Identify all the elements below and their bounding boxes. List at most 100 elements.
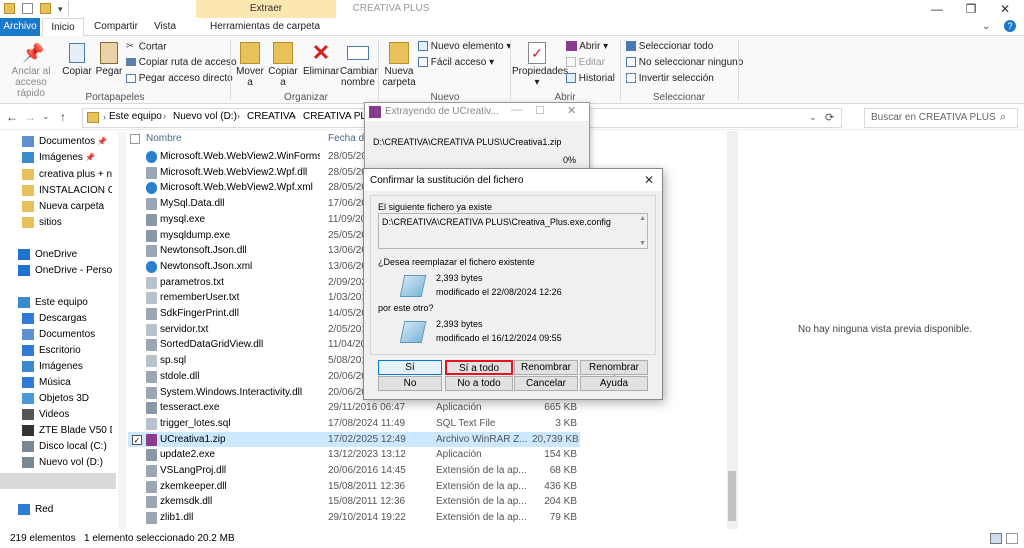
nav-item[interactable]: Disco local (C:)	[22, 439, 112, 455]
copy-path-button[interactable]: Copiar ruta de acceso	[126, 56, 237, 70]
row-checkbox[interactable]: ✓	[132, 434, 142, 445]
tab-vista[interactable]: Vista	[146, 18, 184, 36]
row-checkbox[interactable]	[132, 167, 142, 178]
row-checkbox[interactable]	[132, 497, 142, 508]
forward-arrow-icon[interactable]: →	[24, 110, 36, 124]
pin-quick-access-button[interactable]: 📌 Anclar al acceso rápido	[4, 40, 58, 99]
nav-item[interactable]: Objetos 3D	[22, 391, 112, 407]
no-button[interactable]: No	[378, 376, 442, 391]
maximize-icon[interactable]: ❐	[954, 0, 988, 18]
row-checkbox[interactable]	[132, 230, 142, 241]
cut-button[interactable]: ✂ Cortar	[126, 40, 167, 54]
row-checkbox[interactable]	[132, 246, 142, 257]
close-icon[interactable]: ✕	[988, 0, 1022, 18]
properties-button[interactable]: ✓ Propiedades ▾	[512, 40, 568, 88]
search-input[interactable]: Buscar en CREATIVA PLUS	[864, 108, 1018, 128]
minimize-icon[interactable]: —	[511, 104, 522, 116]
row-checkbox[interactable]	[132, 466, 142, 476]
nav-item[interactable]: OneDrive - Persor	[18, 263, 112, 279]
help-icon[interactable]: ?	[1004, 20, 1016, 32]
open-button[interactable]: Abrir ▾	[566, 40, 608, 54]
help-button[interactable]: Ayuda	[580, 376, 648, 391]
yes-button[interactable]: Sí	[378, 360, 442, 375]
row-checkbox[interactable]	[132, 199, 142, 210]
select-all-button[interactable]: Seleccionar todo	[626, 40, 713, 54]
move-to-button[interactable]: Mover a	[234, 40, 266, 88]
nav-item[interactable]: ZTE Blade V50 D	[22, 423, 112, 439]
paste-button[interactable]: Pegar	[94, 40, 124, 77]
tab-inicio[interactable]: Inicio	[42, 18, 84, 37]
file-list-scrollbar[interactable]	[727, 131, 737, 529]
copy-button[interactable]: Copiar	[60, 40, 94, 77]
file-path-field[interactable]: D:\CREATIVA\CREATIVA PLUS\Creativa_Plus.…	[378, 213, 648, 249]
tab-compartir[interactable]: Compartir	[88, 18, 144, 36]
row-checkbox[interactable]	[132, 261, 142, 272]
select-all-checkbox[interactable]	[130, 134, 140, 144]
ribbon-collapse-icon[interactable]: ⌄	[982, 21, 990, 32]
minimize-icon[interactable]: —	[920, 0, 954, 18]
select-none-button[interactable]: No seleccionar ninguno	[626, 56, 743, 70]
nav-item[interactable]: creativa plus + n	[22, 167, 112, 183]
table-row[interactable]: tesseract.exe 29/11/2016 06:47 Aplicación 6…	[128, 400, 580, 416]
nav-item[interactable]: Videos	[22, 407, 112, 423]
row-checkbox[interactable]	[132, 324, 142, 335]
scroll-down-icon[interactable]: ▼	[639, 240, 646, 247]
column-header-name[interactable]: Nombre	[146, 131, 182, 147]
row-checkbox[interactable]	[132, 450, 142, 461]
row-checkbox[interactable]	[132, 309, 142, 319]
row-checkbox[interactable]	[132, 371, 142, 382]
row-checkbox[interactable]	[132, 481, 142, 492]
history-button[interactable]: Historial	[566, 72, 615, 86]
table-row[interactable]: zlib1.dll 29/10/2014 19:22 Extensión de la…	[128, 510, 580, 526]
table-row[interactable]: zkemsdk.dll 15/08/2011 12:36 Extensión de …	[128, 494, 580, 510]
row-checkbox[interactable]	[132, 293, 142, 304]
rename-all-button[interactable]: Renombrar todos	[580, 360, 648, 386]
row-checkbox[interactable]	[132, 403, 142, 414]
rename-button[interactable]: Cambiar nombre	[340, 40, 378, 88]
context-tab-extraer[interactable]: Extraer	[196, 0, 336, 18]
table-row[interactable]: VSLangProj.dll 20/06/2016 14:45 Extensión …	[128, 463, 580, 479]
nav-item[interactable]: Red	[18, 502, 112, 518]
tab-herramientas[interactable]: Herramientas de carpeta comprimida	[190, 18, 340, 50]
nav-item[interactable]: INSTALACION C	[22, 183, 112, 199]
row-checkbox[interactable]	[132, 513, 142, 524]
nav-item[interactable]: sitios	[22, 215, 112, 231]
scrollbar-thumb[interactable]	[728, 471, 736, 521]
nav-item[interactable]: Descargas	[22, 311, 112, 327]
maximize-icon[interactable]: ☐	[535, 104, 545, 117]
nav-item[interactable]: Música	[22, 375, 112, 391]
table-row[interactable]: zkemkeeper.dll 15/08/2011 12:36 Extensión …	[128, 479, 580, 495]
table-row[interactable]: update2.exe 13/12/2023 13:12 Aplicación 154…	[128, 447, 580, 463]
no-to-all-button[interactable]: No a todo	[445, 376, 513, 391]
large-icons-view-icon[interactable]	[1006, 533, 1018, 544]
details-view-icon[interactable]	[990, 533, 1002, 544]
chevron-down-icon[interactable]: ▾	[58, 4, 63, 15]
breadcrumb-este-equipo[interactable]: Este equipo	[109, 111, 162, 122]
rename-button-dialog[interactable]: Renombrar	[514, 360, 578, 375]
nav-item[interactable]: Imágenes 📌	[22, 150, 112, 166]
row-checkbox[interactable]	[132, 214, 142, 225]
invert-selection-button[interactable]: Invertir selección	[626, 72, 714, 86]
nav-item[interactable]: OneDrive	[18, 247, 112, 263]
nav-item[interactable]: Imágenes	[22, 359, 112, 375]
nav-item[interactable]: Escritorio	[22, 343, 112, 359]
nav-item[interactable]: Documentos	[22, 327, 112, 343]
easy-access-button[interactable]: Fácil acceso ▾	[418, 56, 494, 70]
nav-item[interactable]: Nuevo vol (D:)	[22, 455, 112, 471]
row-checkbox[interactable]	[132, 183, 142, 194]
nav-scrollbar[interactable]	[118, 131, 126, 529]
breadcrumb-nuevo-vol[interactable]: Nuevo vol (D:)	[173, 111, 237, 122]
row-checkbox[interactable]	[132, 152, 142, 162]
up-arrow-icon[interactable]: ↑	[60, 110, 66, 124]
table-row[interactable]: trigger_lotes.sql 17/08/2024 11:49 SQL Tex…	[128, 416, 580, 432]
new-item-button[interactable]: Nuevo elemento ▾	[418, 40, 511, 54]
row-checkbox[interactable]	[132, 418, 142, 429]
nav-item[interactable]: Este equipo	[18, 295, 112, 311]
edit-button[interactable]: Editar	[566, 56, 605, 70]
recent-chevron-icon[interactable]: ⌄	[42, 111, 50, 122]
row-checkbox[interactable]	[132, 277, 142, 288]
quick-access-checkbox-icon[interactable]	[22, 3, 33, 14]
close-icon[interactable]: ✕	[567, 104, 576, 117]
paste-shortcut-button[interactable]: Pegar acceso directo	[126, 72, 233, 86]
nav-item[interactable]: Documentos 📌	[22, 134, 112, 150]
